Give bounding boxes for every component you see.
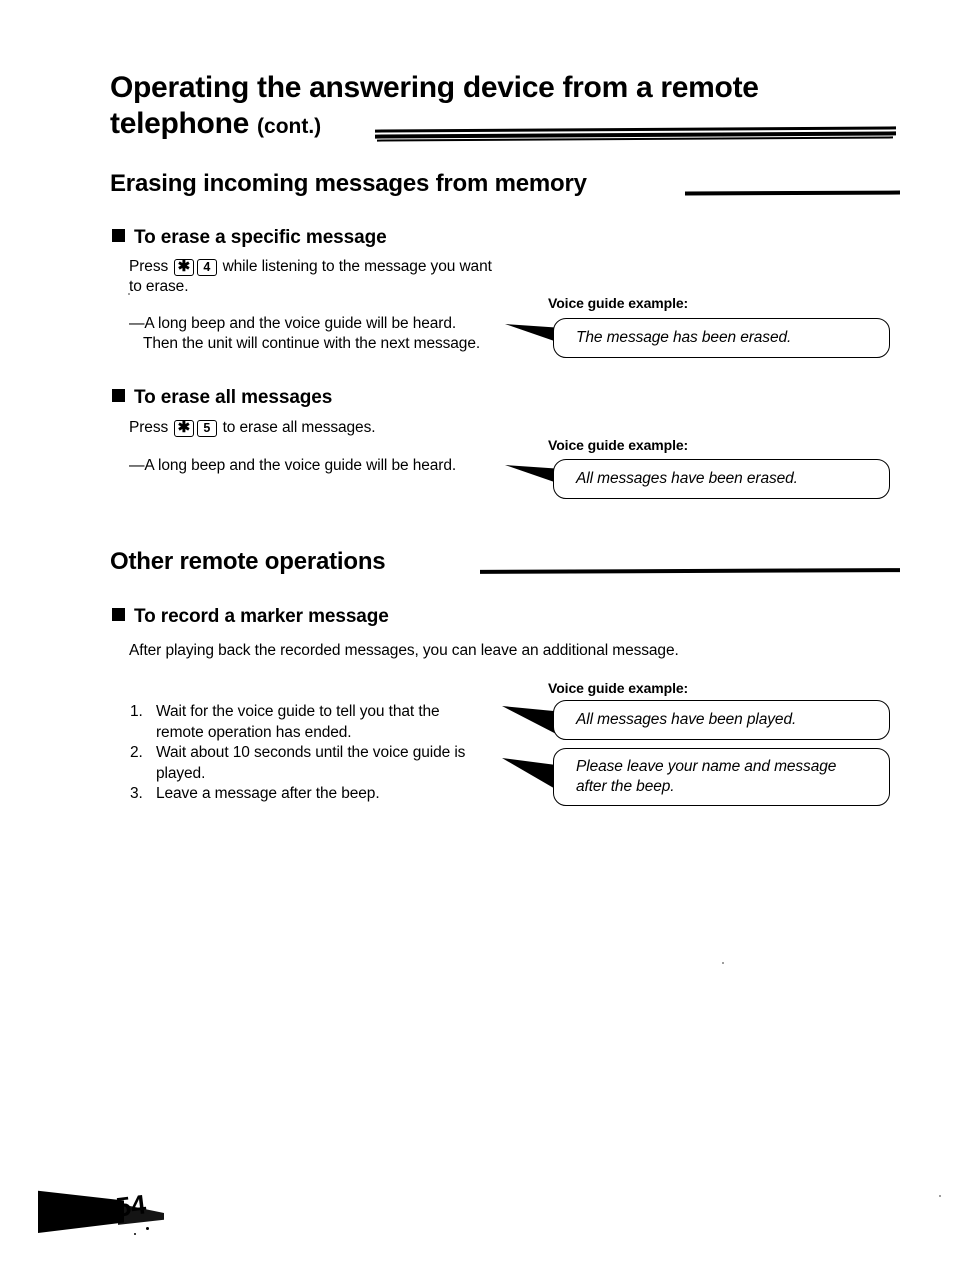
scan-speck (134, 1233, 136, 1235)
document-page: Operating the answering device from a re… (0, 0, 954, 1282)
section-heading-erasing-messages: Erasing incoming messages from memory (110, 170, 901, 204)
list-item: 1. Wait for the voice guide to tell you … (130, 702, 510, 743)
key-4-icon: 4 (196, 259, 217, 276)
subheading-erase-all-messages: To erase all messages (112, 387, 332, 409)
voice-guide-label-1: Voice guide example: (548, 295, 689, 311)
steps-list: 1. Wait for the voice guide to tell you … (130, 702, 510, 805)
document-title-block: Operating the answering device from a re… (110, 70, 900, 145)
step-line1: Leave a message after the beep. (156, 785, 380, 802)
result-erase-all: —A long beep and the voice guide will be… (129, 456, 529, 476)
result-erase-specific: —A long beep and the voice guide will be… (129, 314, 529, 354)
step-line2: remote operation has ended. (156, 723, 352, 741)
subheading-label: To erase a specific message (134, 227, 387, 248)
page-title-line1: Operating the answering device from a re… (110, 71, 759, 104)
section-heading-other-remote-operations: Other remote operations (110, 548, 901, 582)
scan-speck (939, 1195, 941, 1197)
instruction-erase-specific: Press ✱ 4 while listening to the message … (129, 257, 529, 297)
section-heading-label: Other remote operations (110, 548, 386, 575)
step-line1: Wait about 10 seconds until the voice gu… (156, 744, 466, 761)
step-number: 3. (130, 785, 143, 802)
instruction-line2: to erase. (129, 278, 189, 295)
voice-guide-label-2: Voice guide example: (548, 437, 689, 453)
list-item: 3. Leave a message after the beep. (130, 784, 510, 805)
voice-guide-text-3: All messages have been played. (576, 711, 797, 728)
intro-record-marker-message: After playing back the recorded messages… (129, 642, 679, 659)
step-number: 2. (130, 744, 143, 761)
instruction-erase-all: Press ✱ 5 to erase all messages. (129, 418, 529, 438)
voice-guide-bubble-4: Please leave your name and message after… (553, 748, 890, 806)
list-item: 2. Wait about 10 seconds until the voice… (130, 743, 510, 784)
scan-speck (722, 962, 724, 964)
key-5-icon: 5 (196, 420, 217, 437)
bullet-square-icon (112, 389, 125, 402)
bullet-square-icon (112, 608, 125, 621)
section-rule (479, 568, 901, 574)
subheading-label: To record a marker message (134, 606, 389, 627)
voice-guide-text-4-line1: Please leave your name and message (576, 758, 837, 775)
result-line1: —A long beep and the voice guide will be… (129, 315, 457, 332)
voice-guide-text-2: All messages have been erased. (576, 470, 798, 487)
instruction-prefix: Press (129, 419, 169, 436)
key-star-icon: ✱ (173, 420, 194, 437)
page-title-continued: (cont.) (257, 115, 322, 138)
scan-speck (128, 293, 130, 295)
key-star-icon: ✱ (173, 259, 194, 276)
scan-artifact-wedge (38, 1190, 124, 1233)
result-line1: —A long beep and the voice guide will be… (129, 457, 457, 474)
page-title-line2: telephone (110, 107, 249, 140)
subheading-erase-specific-message: To erase a specific message (112, 227, 387, 249)
instruction-suffix: to erase all messages. (222, 419, 376, 436)
section-heading-label: Erasing incoming messages from memory (110, 170, 587, 197)
voice-guide-bubble-2: All messages have been erased. (553, 459, 890, 499)
page-number-area: 54 (38, 1183, 218, 1245)
page-number: 54 (114, 1189, 148, 1223)
voice-guide-text-1: The message has been erased. (576, 329, 792, 346)
voice-guide-label-3: Voice guide example: (548, 680, 689, 696)
bullet-square-icon (112, 229, 125, 242)
scan-speck (146, 1227, 149, 1230)
instruction-suffix: while listening to the message you want (222, 258, 492, 275)
step-number: 1. (130, 703, 143, 720)
voice-guide-bubble-3: All messages have been played. (553, 700, 890, 740)
voice-guide-text-4: Please leave your name and message after… (554, 757, 850, 797)
voice-guide-bubble-1: The message has been erased. (553, 318, 890, 358)
title-double-rule (374, 126, 897, 142)
step-line1: Wait for the voice guide to tell you tha… (156, 703, 440, 720)
voice-guide-text-4-line2: after the beep. (576, 778, 675, 795)
section-rule (684, 190, 901, 195)
instruction-prefix: Press (129, 258, 169, 275)
subheading-label: To erase all messages (134, 387, 333, 408)
result-line2: Then the unit will continue with the nex… (143, 335, 481, 352)
step-line2: played. (156, 764, 206, 782)
subheading-record-marker-message: To record a marker message (112, 606, 389, 628)
